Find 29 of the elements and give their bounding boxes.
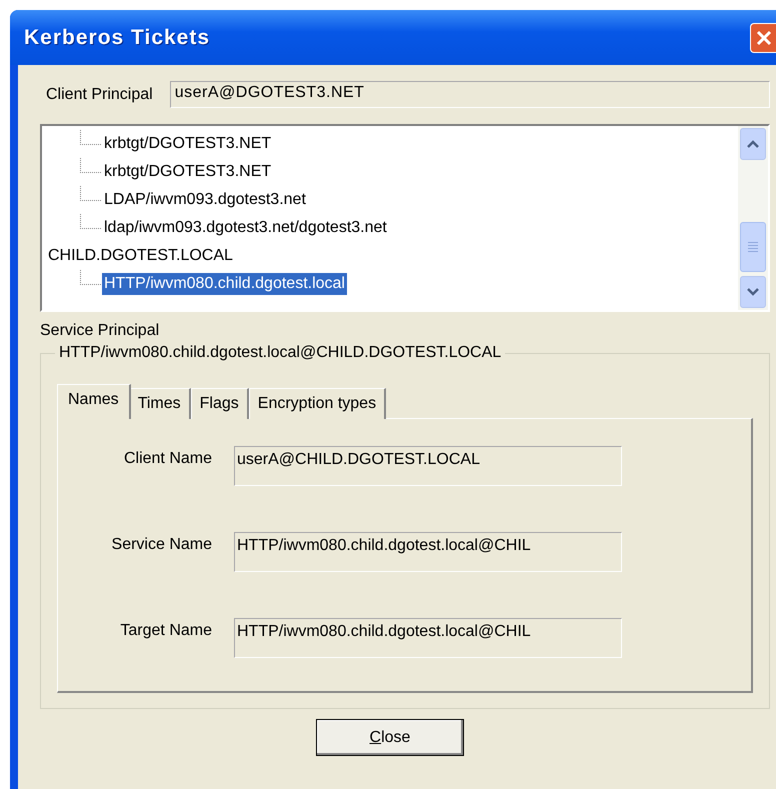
close-button[interactable]: Close <box>316 719 464 756</box>
group-title: HTTP/iwvm080.child.dgotest.local@CHILD.DGOTEST.LOCAL <box>58 344 502 362</box>
field-label: Client Principal <box>46 86 153 104</box>
tree-item[interactable]: LDAP/iwvm093.dgotest3.net <box>102 189 308 211</box>
tab[interactable]: Times <box>128 388 191 419</box>
tab[interactable]: Names <box>57 384 131 419</box>
field-label: Client Name <box>122 449 212 468</box>
close-icon <box>756 30 772 46</box>
tree-item[interactable]: CHILD.DGOTEST.LOCAL <box>46 245 235 267</box>
close-button[interactable] <box>750 22 776 52</box>
ticket-tree[interactable]: krbtgt/DGOTEST3.NET krbtgt/DGOTEST3.NET LDAP/iwvm093.dgotest3.net ldap/iwvm093.dgotest3.net/dgotest3.net CHILD.DGOTEST.LOCAL HTTP/iwvm080.child.dgotest.local <box>40 124 770 312</box>
tab[interactable]: Encryption types <box>248 388 386 419</box>
client-principal-field[interactable]: userA@DGOTEST3.NET <box>170 81 770 108</box>
scrollbar[interactable] <box>738 126 768 310</box>
text-field[interactable]: HTTP/iwvm080.child.dgotest.local@CHIL <box>234 618 622 658</box>
tree-item[interactable]: HTTP/iwvm080.child.dgotest.local <box>102 273 347 295</box>
text-field[interactable]: HTTP/iwvm080.child.dgotest.local@CHIL <box>234 532 622 572</box>
scroll-thumb[interactable] <box>740 222 766 272</box>
field-label: Target Name <box>119 621 212 640</box>
tree-item[interactable]: ldap/iwvm093.dgotest3.net/dgotest3.net <box>102 217 389 239</box>
text-field[interactable]: userA@CHILD.DGOTEST.LOCAL <box>234 446 622 486</box>
scroll-down-button[interactable] <box>740 276 766 308</box>
field-label: Service Name <box>110 535 212 554</box>
scroll-up-button[interactable] <box>740 128 766 160</box>
tab[interactable]: Flags <box>190 388 249 419</box>
section-label: Service Principal <box>40 322 160 340</box>
window-title: Kerberos Tickets <box>24 26 210 50</box>
tree-item[interactable]: krbtgt/DGOTEST3.NET <box>102 161 274 183</box>
tree-item[interactable]: krbtgt/DGOTEST3.NET <box>102 133 274 155</box>
